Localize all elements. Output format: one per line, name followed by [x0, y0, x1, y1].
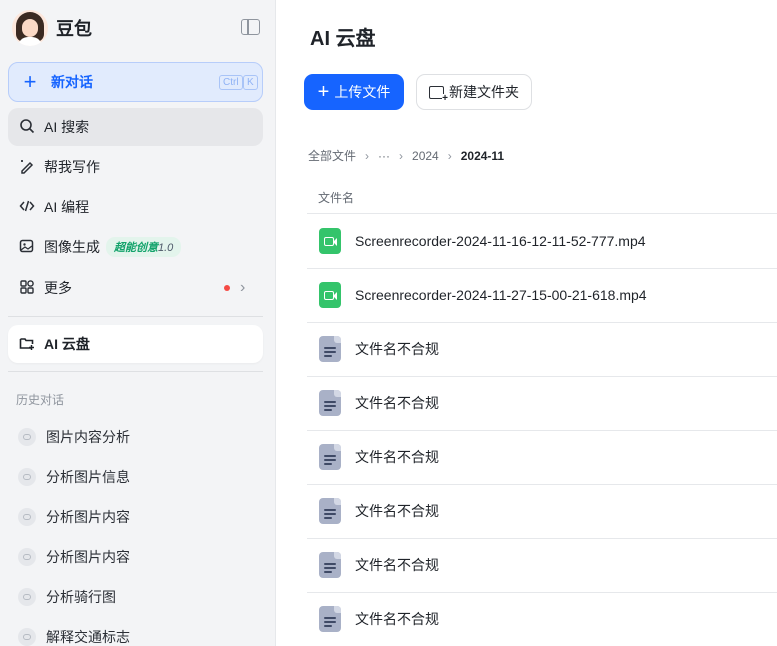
breadcrumb-current: 2024-11 [460, 148, 505, 163]
chat-bubble-icon [18, 428, 36, 446]
chat-bubble-icon [18, 508, 36, 526]
table-row[interactable]: 文件名不合规 [307, 538, 777, 592]
history-item-label: 分析骑行图 [46, 589, 116, 605]
document-file-icon [319, 552, 341, 578]
sidebar-item-coding[interactable]: AI 编程 [8, 188, 263, 226]
main-panel: AI 云盘 + 上传文件 新建文件夹 全部文件 › ··· › 2024 › 2… [277, 0, 777, 646]
file-name: 文件名不合规 [355, 341, 439, 357]
history-item[interactable]: 分析图片内容 [18, 547, 130, 567]
table-row[interactable]: Screenrecorder-2024-11-27-15-00-21-618.m… [307, 268, 777, 322]
new-folder-button[interactable]: 新建文件夹 [416, 74, 532, 110]
sidebar-item-label: 帮我写作 [44, 159, 100, 175]
sidebar-item-image-gen[interactable]: 图像生成 超能创意1.0 [8, 228, 263, 266]
sidebar-item-label: AI 云盘 [44, 336, 90, 352]
history-item-label: 图片内容分析 [46, 429, 130, 445]
sidebar-item-label: 图像生成 [44, 239, 100, 255]
sidebar-item-writing[interactable]: 帮我写作 [8, 148, 263, 186]
search-icon [18, 118, 36, 137]
breadcrumb-item[interactable]: 全部文件 [308, 147, 356, 164]
document-file-icon [319, 336, 341, 362]
file-name: 文件名不合规 [355, 503, 439, 519]
shortcut-key: K [243, 75, 258, 90]
chevron-right-icon: › [365, 148, 370, 163]
history-item-label: 解释交通标志 [46, 629, 130, 645]
plus-icon: + [317, 81, 330, 103]
document-file-icon [319, 390, 341, 416]
new-folder-icon [429, 85, 448, 104]
sidebar-item-label: 更多 [44, 280, 72, 296]
pen-icon [18, 158, 36, 177]
brand-name: 豆包 [56, 19, 92, 39]
divider [8, 371, 263, 372]
file-name: 文件名不合规 [355, 449, 439, 465]
upload-label: 上传文件 [334, 84, 391, 100]
video-file-icon [319, 282, 341, 308]
breadcrumb-ellipsis[interactable]: ··· [378, 149, 390, 163]
notification-dot [224, 285, 230, 291]
file-name: Screenrecorder-2024-11-27-15-00-21-618.m… [355, 287, 647, 303]
history-item[interactable]: 图片内容分析 [18, 427, 130, 447]
history-item-label: 分析图片内容 [46, 549, 130, 565]
plus-icon: + [23, 69, 37, 94]
history-item[interactable]: 分析骑行图 [18, 587, 116, 607]
sidebar-item-more[interactable]: 更多 › [8, 269, 263, 307]
chat-bubble-icon [18, 588, 36, 606]
new-chat-button[interactable]: + 新对话 Ctrl K [8, 62, 263, 102]
table-row[interactable]: Screenrecorder-2024-11-16-12-11-52-777.m… [307, 214, 777, 268]
table-row[interactable]: 文件名不合规 [307, 322, 777, 376]
page-title: AI 云盘 [310, 28, 376, 50]
history-item[interactable]: 分析图片内容 [18, 507, 130, 527]
video-file-icon [319, 228, 341, 254]
history-item-label: 分析图片信息 [46, 469, 130, 485]
file-name: 文件名不合规 [355, 611, 439, 627]
table-row[interactable]: 文件名不合规 [307, 376, 777, 430]
sidebar: 豆包 + 新对话 Ctrl K AI 搜索 帮我写作 AI 编程 图像生成 超能… [0, 0, 276, 646]
table-row[interactable]: 文件名不合规 [307, 430, 777, 484]
file-name: 文件名不合规 [355, 395, 439, 411]
upload-button[interactable]: + 上传文件 [304, 74, 404, 110]
table-row[interactable]: 文件名不合规 [307, 592, 777, 646]
shortcut-ctrl: Ctrl [219, 75, 243, 90]
divider [8, 316, 263, 317]
drive-icon [18, 335, 36, 354]
breadcrumb: 全部文件 › ··· › 2024 › 2024-11 [308, 147, 504, 164]
column-header-name: 文件名 [318, 191, 355, 205]
chevron-right-icon: › [447, 148, 452, 163]
history-item[interactable]: 解释交通标志 [18, 627, 130, 646]
chat-bubble-icon [18, 628, 36, 646]
image-icon [18, 238, 36, 257]
chat-bubble-icon [18, 468, 36, 486]
new-chat-label: 新对话 [51, 74, 93, 90]
chevron-right-icon: › [399, 148, 404, 163]
history-item-label: 分析图片内容 [46, 509, 130, 525]
brand[interactable]: 豆包 [12, 10, 92, 46]
chevron-right-icon: › [240, 279, 246, 296]
table-row[interactable]: 文件名不合规 [307, 484, 777, 538]
chat-bubble-icon [18, 548, 36, 566]
sidebar-item-ai-drive[interactable]: AI 云盘 [8, 325, 263, 363]
document-file-icon [319, 606, 341, 632]
code-icon [18, 198, 36, 217]
history-title: 历史对话 [16, 393, 65, 407]
sidebar-toggle-icon[interactable] [241, 19, 260, 35]
sidebar-item-label: AI 编程 [44, 199, 90, 215]
sidebar-item-label: AI 搜索 [44, 119, 90, 135]
document-file-icon [319, 498, 341, 524]
file-name: Screenrecorder-2024-11-16-12-11-52-777.m… [355, 233, 646, 249]
grid-icon [18, 279, 36, 298]
document-file-icon [319, 444, 341, 470]
history-item[interactable]: 分析图片信息 [18, 467, 130, 487]
avatar [12, 10, 48, 46]
new-folder-label: 新建文件夹 [449, 84, 519, 100]
file-name: 文件名不合规 [355, 557, 439, 573]
feature-badge: 超能创意1.0 [106, 237, 182, 257]
breadcrumb-item[interactable]: 2024 [412, 149, 439, 163]
sidebar-item-ai-search[interactable]: AI 搜索 [8, 108, 263, 146]
